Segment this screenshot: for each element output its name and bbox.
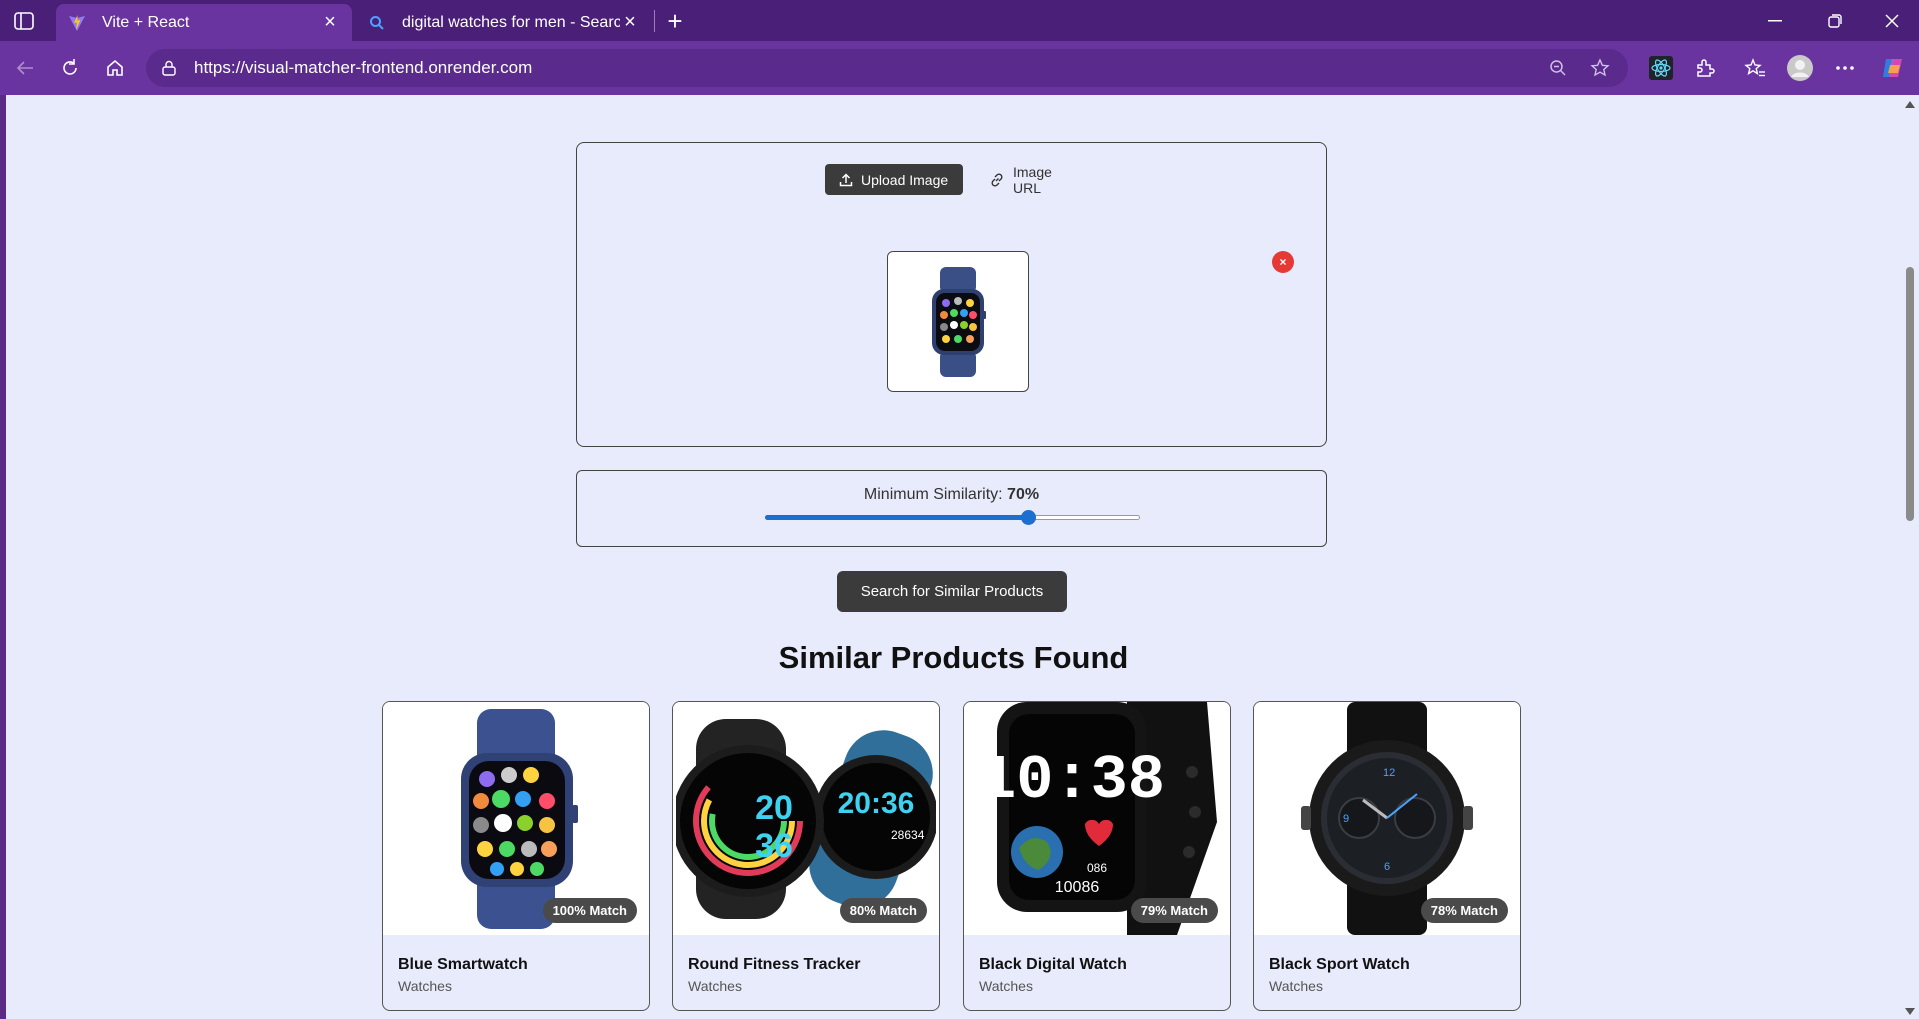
search-icon <box>368 14 386 32</box>
product-name: Round Fitness Tracker <box>688 956 861 973</box>
tab-close-icon[interactable]: × <box>320 11 340 33</box>
product-name: Black Sport Watch <box>1269 956 1410 973</box>
product-category: Watches <box>1269 978 1323 994</box>
slider-thumb[interactable] <box>1020 510 1036 525</box>
product-card[interactable]: 10:38 086 10086 79% Match Black Digital … <box>963 701 1231 1011</box>
product-name: Black Digital Watch <box>979 956 1127 973</box>
url-text[interactable]: https://visual-matcher-frontend.onrender… <box>194 58 1530 78</box>
match-badge: 100% Match <box>542 898 637 923</box>
product-name: Blue Smartwatch <box>398 956 528 973</box>
smartwatch-thumbnail <box>932 266 986 377</box>
lock-icon[interactable] <box>160 59 178 77</box>
upload-icon <box>839 172 853 187</box>
product-category: Watches <box>688 978 742 994</box>
svg-text:12: 12 <box>1383 767 1395 779</box>
similarity-label: Minimum Similarity: 70% <box>577 486 1326 504</box>
tab-vite-react[interactable]: Vite + React × <box>56 4 352 41</box>
favorite-star-icon[interactable] <box>1586 54 1614 82</box>
product-card[interactable]: 20:36 28634 20 36 80% Match Round Fitnes… <box>672 701 940 1011</box>
scrollbar-thumb[interactable] <box>1906 267 1914 521</box>
svg-text:28634: 28634 <box>891 828 925 842</box>
extensions-icon[interactable] <box>1690 53 1720 83</box>
profile-avatar-icon[interactable] <box>1785 53 1815 83</box>
new-tab-icon[interactable]: + <box>662 6 688 36</box>
react-devtools-icon[interactable] <box>1646 53 1676 83</box>
more-options-icon[interactable] <box>1830 53 1860 83</box>
image-url-button[interactable]: Image URL <box>975 163 1085 196</box>
tab-title: digital watches for men - Search <box>402 13 620 31</box>
reload-icon[interactable] <box>55 53 85 83</box>
upload-image-button[interactable]: Upload Image <box>825 164 963 195</box>
similarity-panel: Minimum Similarity: 70% <box>576 470 1327 547</box>
similarity-label-text: Minimum Similarity: <box>863 486 1003 503</box>
zoom-out-icon[interactable] <box>1544 54 1572 82</box>
sidebar-toggle-icon[interactable] <box>12 10 36 32</box>
home-icon[interactable] <box>100 53 130 83</box>
svg-text:36: 36 <box>755 827 793 865</box>
product-category: Watches <box>398 978 452 994</box>
tab-title: Vite + React <box>102 13 190 31</box>
match-badge: 80% Match <box>839 898 927 923</box>
copilot-icon[interactable] <box>1878 53 1908 83</box>
tab-search[interactable]: digital watches for men - Search × <box>356 4 652 41</box>
close-window-icon[interactable] <box>1877 8 1907 34</box>
blue-smartwatch-image <box>461 708 578 929</box>
uploaded-image-preview <box>887 251 1029 392</box>
page-scrollbar[interactable] <box>1901 95 1919 1019</box>
image-url-label: Image URL <box>1013 163 1052 196</box>
match-badge: 79% Match <box>1130 898 1218 923</box>
browser-titlebar: Vite + React × digital watches for men -… <box>0 0 1919 41</box>
link-icon <box>989 172 1005 188</box>
scroll-down-icon[interactable] <box>1905 1008 1915 1015</box>
svg-text:10086: 10086 <box>1055 879 1100 896</box>
results-title: Similar Products Found <box>778 640 1129 675</box>
slider-fill <box>765 515 1028 520</box>
search-similar-button[interactable]: Search for Similar Products <box>837 571 1067 612</box>
svg-text:6: 6 <box>1384 861 1390 873</box>
product-category: Watches <box>979 978 1033 994</box>
svg-text:9: 9 <box>1343 813 1349 825</box>
tab-separator <box>654 10 655 32</box>
scroll-up-icon[interactable] <box>1905 101 1915 108</box>
svg-text:086: 086 <box>1087 861 1107 875</box>
tab-close-icon[interactable]: × <box>620 11 640 33</box>
svg-text:10:38: 10:38 <box>979 745 1165 816</box>
product-card[interactable]: 100% Match Blue Smartwatch Watches <box>382 701 650 1011</box>
similarity-value: 70% <box>1007 486 1040 503</box>
product-card[interactable]: 9 12 6 78% Match Black Sport Watch Watch… <box>1253 701 1521 1011</box>
remove-image-button[interactable]: × <box>1272 251 1294 273</box>
svg-text:20: 20 <box>755 789 793 827</box>
address-bar[interactable]: https://visual-matcher-frontend.onrender… <box>146 49 1628 87</box>
back-icon[interactable] <box>10 53 40 83</box>
match-badge: 78% Match <box>1420 898 1508 923</box>
upload-panel: Upload Image Image URL × <box>576 142 1327 447</box>
favorites-icon[interactable] <box>1740 53 1770 83</box>
upload-image-label: Upload Image <box>861 171 949 188</box>
similarity-slider[interactable] <box>765 510 1140 525</box>
vite-icon <box>68 14 86 32</box>
svg-text:20:36: 20:36 <box>838 787 915 820</box>
page-viewport: Upload Image Image URL × Minimum Similar… <box>6 95 1901 1019</box>
minimize-icon[interactable] <box>1760 8 1790 34</box>
round-fitness-tracker-image: 20:36 28634 20 36 <box>676 718 936 919</box>
browser-toolbar: https://visual-matcher-frontend.onrender… <box>0 41 1919 95</box>
restore-icon[interactable] <box>1820 8 1850 34</box>
